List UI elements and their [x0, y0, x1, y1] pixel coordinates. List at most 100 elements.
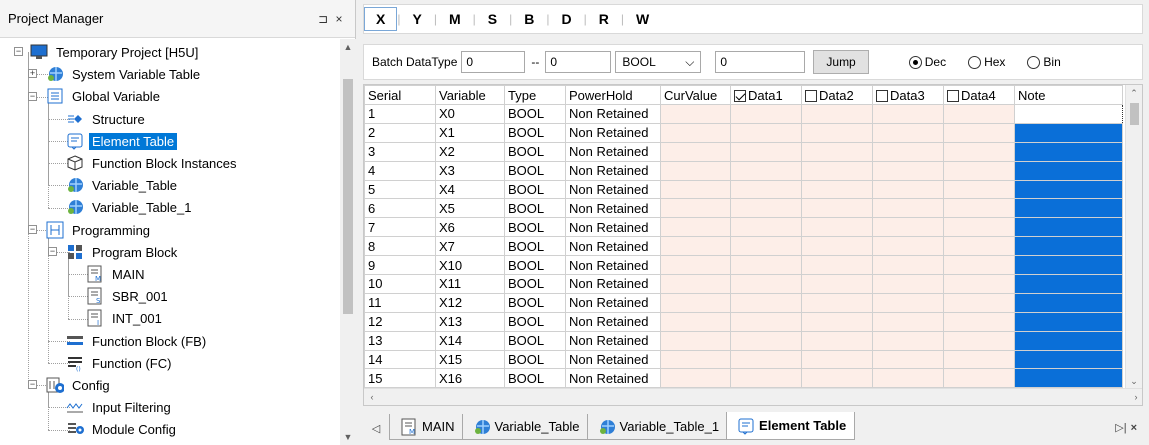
doc-tab-main[interactable]: M MAIN: [389, 414, 464, 440]
cell-type[interactable]: BOOL: [504, 330, 566, 351]
cell-data3[interactable]: [872, 179, 944, 200]
cell-data2[interactable]: [801, 236, 873, 257]
cell-curvalue[interactable]: [660, 274, 731, 294]
cell-data1[interactable]: [730, 311, 802, 332]
grid-vertical-scrollbar[interactable]: ⌃ ⌄: [1125, 85, 1142, 389]
cell-variable[interactable]: X5: [435, 198, 505, 219]
cell-serial[interactable]: 8: [364, 236, 436, 257]
cell-note[interactable]: [1014, 179, 1123, 200]
table-row[interactable]: 6 X5 BOOL Non Retained: [364, 198, 1123, 219]
cell-data4[interactable]: [943, 311, 1015, 332]
cell-data1[interactable]: [730, 179, 802, 200]
register-tab-b[interactable]: B: [512, 11, 546, 27]
cell-curvalue[interactable]: [660, 368, 731, 389]
cell-powerhold[interactable]: Non Retained: [565, 122, 661, 143]
cell-type[interactable]: BOOL: [504, 311, 566, 332]
tree-item-structure[interactable]: Structure: [66, 108, 148, 130]
cell-variable[interactable]: X12: [435, 292, 505, 313]
cell-curvalue[interactable]: [660, 104, 731, 124]
table-row[interactable]: 10 X11 BOOL Non Retained: [364, 274, 1123, 294]
grid-scroll-thumb[interactable]: [1130, 103, 1139, 125]
cell-variable[interactable]: X3: [435, 160, 505, 181]
tab-scroll-right-icon[interactable]: ▷|: [1115, 421, 1126, 434]
cell-data1[interactable]: [730, 104, 802, 124]
tree-item-variable-table[interactable]: Variable_Table: [66, 174, 180, 196]
tree-expander[interactable]: −: [28, 225, 37, 234]
cell-variable[interactable]: X15: [435, 349, 505, 370]
cell-variable[interactable]: X0: [435, 104, 505, 124]
cell-powerhold[interactable]: Non Retained: [565, 104, 661, 124]
cell-note[interactable]: [1014, 141, 1123, 162]
cell-powerhold[interactable]: Non Retained: [565, 255, 661, 276]
cell-data2[interactable]: [801, 349, 873, 370]
register-tab-x[interactable]: X: [364, 7, 398, 31]
cell-note[interactable]: [1014, 236, 1123, 257]
cell-data2[interactable]: [801, 122, 873, 143]
tree-item-sbr-001[interactable]: S SBR_001: [86, 285, 171, 307]
cell-data4[interactable]: [943, 292, 1015, 313]
table-row[interactable]: 15 X16 BOOL Non Retained: [364, 368, 1123, 389]
scroll-thumb[interactable]: [343, 79, 353, 314]
cell-data2[interactable]: [801, 104, 873, 124]
column-header-type[interactable]: Type: [504, 85, 566, 105]
cell-data3[interactable]: [872, 217, 944, 238]
tree-expander[interactable]: −: [14, 47, 23, 56]
cell-data4[interactable]: [943, 122, 1015, 143]
cell-data4[interactable]: [943, 217, 1015, 238]
cell-data4[interactable]: [943, 255, 1015, 276]
cell-data2[interactable]: [801, 274, 873, 294]
cell-data1[interactable]: [730, 198, 802, 219]
table-row[interactable]: 9 X10 BOOL Non Retained: [364, 255, 1123, 276]
cell-powerhold[interactable]: Non Retained: [565, 217, 661, 238]
tree-item-function-fc[interactable]: () Function (FC): [66, 352, 174, 374]
cell-note[interactable]: [1014, 330, 1123, 351]
cell-curvalue[interactable]: [660, 179, 731, 200]
radio-hex[interactable]: Hex: [968, 55, 1005, 69]
cell-note[interactable]: [1014, 255, 1123, 276]
table-row[interactable]: 14 X15 BOOL Non Retained: [364, 349, 1123, 370]
close-icon[interactable]: ×: [331, 12, 347, 26]
cell-note[interactable]: [1014, 104, 1123, 124]
cell-data3[interactable]: [872, 255, 944, 276]
register-tab-w[interactable]: W: [624, 11, 661, 27]
cell-powerhold[interactable]: Non Retained: [565, 236, 661, 257]
scroll-down-icon[interactable]: ▼: [340, 429, 356, 445]
cell-type[interactable]: BOOL: [504, 255, 566, 276]
cell-variable[interactable]: X7: [435, 236, 505, 257]
column-checkbox[interactable]: [734, 89, 746, 102]
register-tab-s[interactable]: S: [476, 11, 509, 27]
tree-item-int-001[interactable]: I INT_001: [86, 307, 165, 329]
cell-serial[interactable]: 1: [364, 104, 436, 124]
datatype-select[interactable]: BOOL ⌵: [615, 51, 702, 73]
grid-scroll-right-icon[interactable]: ›: [1128, 389, 1142, 405]
register-tab-m[interactable]: M: [437, 11, 473, 27]
cell-data4[interactable]: [943, 368, 1015, 389]
column-header-data2[interactable]: Data2: [801, 85, 873, 105]
cell-type[interactable]: BOOL: [504, 141, 566, 162]
cell-powerhold[interactable]: Non Retained: [565, 179, 661, 200]
cell-powerhold[interactable]: Non Retained: [565, 198, 661, 219]
grid-scroll-left-icon[interactable]: ‹: [364, 389, 380, 405]
doc-tab-variable-table[interactable]: Variable_Table: [461, 414, 589, 440]
tab-scroll-left-icon[interactable]: ◁: [363, 416, 389, 440]
cell-serial[interactable]: 10: [364, 274, 436, 294]
cell-note[interactable]: [1014, 311, 1123, 332]
tree-item-temporary-project-h5u[interactable]: Temporary Project [H5U]: [30, 41, 201, 63]
column-header-data3[interactable]: Data3: [872, 85, 944, 105]
cell-note[interactable]: [1014, 368, 1123, 389]
range-from-input[interactable]: [461, 51, 526, 73]
tree-item-module-config[interactable]: Module Config: [66, 418, 179, 440]
cell-data1[interactable]: [730, 141, 802, 162]
tree-item-input-filtering[interactable]: Input Filtering: [66, 396, 174, 418]
cell-serial[interactable]: 3: [364, 141, 436, 162]
cell-data4[interactable]: [943, 104, 1015, 124]
tree-vertical-scrollbar[interactable]: ▲ ▼: [340, 39, 356, 445]
cell-data1[interactable]: [730, 217, 802, 238]
cell-curvalue[interactable]: [660, 236, 731, 257]
cell-data2[interactable]: [801, 255, 873, 276]
cell-data2[interactable]: [801, 198, 873, 219]
cell-serial[interactable]: 11: [364, 292, 436, 313]
cell-serial[interactable]: 12: [364, 311, 436, 332]
cell-curvalue[interactable]: [660, 141, 731, 162]
register-tab-y[interactable]: Y: [400, 11, 433, 27]
